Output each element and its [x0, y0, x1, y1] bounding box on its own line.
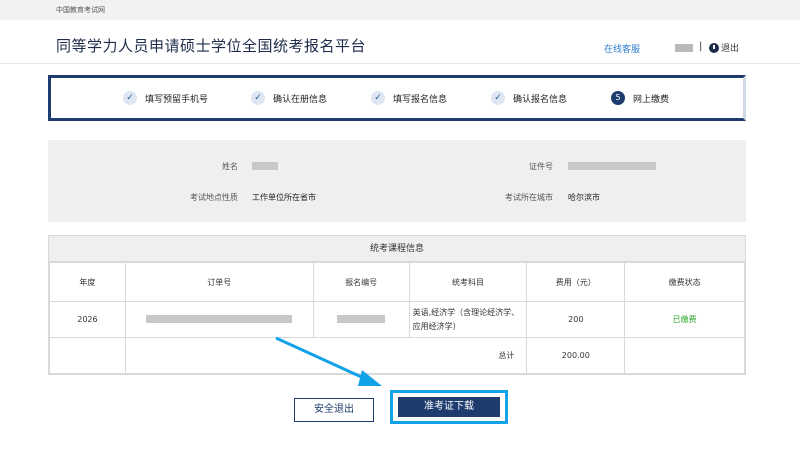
page-title: 同等学力人员申请硕士学位全国统考报名平台	[56, 37, 367, 55]
pointer-arrow-icon	[275, 336, 382, 386]
exam-location-type-label: 考试地点性质	[190, 193, 238, 202]
name-label: 姓名	[222, 162, 238, 171]
progress-steps: ✓ 填写预留手机号 ✓ 确认在册信息 ✓ 填写报名信息 ✓ 确认报名信息 5 网…	[48, 75, 746, 121]
column-header: 报名编号	[312, 262, 410, 302]
empty-cell	[49, 337, 126, 374]
order-number-masked	[146, 314, 293, 323]
step-label: 确认在册信息	[273, 94, 328, 105]
name-value-masked	[252, 162, 278, 170]
column-header: 订单号	[124, 262, 314, 302]
online-service-link[interactable]: 在线客服	[604, 42, 640, 55]
total-row: 总计 200.00	[49, 337, 745, 374]
logout-label: 退出	[721, 44, 740, 54]
subject-cell: 英语,经济学（含理论经济学、应用经济学）	[408, 301, 528, 338]
safe-exit-button[interactable]: 安全退出	[294, 398, 374, 422]
step-label: 确认报名信息	[513, 94, 568, 105]
brand-text: 中国教育考试网	[56, 6, 105, 14]
step-3: ✓ 填写报名信息	[371, 91, 447, 105]
step-number: 5	[611, 91, 625, 105]
step-2: ✓ 确认在册信息	[251, 91, 327, 105]
step-label: 填写报名信息	[393, 94, 448, 105]
top-bar: 中国教育考试网	[0, 0, 800, 20]
exam-city-label: 考试所在城市	[505, 193, 553, 202]
payment-status-cell: 已缴费	[624, 301, 745, 338]
step-1: ✓ 填写预留手机号	[123, 91, 208, 105]
course-table: 年度 订单号 报名编号 统考科目 费用（元） 缴费状态 2026 英语,经济学（…	[49, 262, 745, 374]
id-value-masked	[568, 162, 656, 170]
year-cell: 2026	[49, 301, 126, 338]
check-icon: ✓	[371, 91, 385, 105]
page-header: 同等学力人员申请硕士学位全国统考报名平台 在线客服 | 退出	[0, 20, 800, 64]
column-header: 统考科目	[408, 262, 528, 302]
table-header-row: 年度 订单号 报名编号 统考科目 费用（元） 缴费状态	[49, 262, 745, 302]
step-label: 填写预留手机号	[145, 94, 209, 105]
column-header: 费用（元）	[526, 262, 626, 302]
exam-city-value: 哈尔滨市	[568, 193, 600, 202]
step-label: 网上缴费	[633, 94, 670, 105]
power-icon	[709, 42, 719, 53]
column-header: 缴费状态	[624, 262, 745, 302]
check-icon: ✓	[251, 91, 265, 105]
empty-cell	[624, 337, 745, 374]
total-value: 200.00	[526, 337, 626, 374]
check-icon: ✓	[491, 91, 505, 105]
candidate-info: 姓名 证件号 考试地点性质 工作单位所在省市 考试所在城市 哈尔滨市	[48, 140, 746, 222]
download-button-highlight: 准考证下载	[390, 390, 508, 424]
header-separator: |	[699, 41, 703, 52]
registration-number-masked	[337, 314, 386, 323]
step-5: 5 网上缴费	[611, 91, 669, 105]
check-icon: ✓	[123, 91, 137, 105]
course-info-table: 统考课程信息 年度 订单号 报名编号 统考科目 费用（元） 缴费状态 2026 …	[48, 235, 746, 375]
exam-location-type-value: 工作单位所在省市	[252, 193, 316, 202]
column-header: 年度	[49, 262, 126, 302]
id-label: 证件号	[529, 162, 553, 171]
admission-ticket-download-button[interactable]: 准考证下载	[398, 397, 500, 417]
user-name-masked	[675, 44, 693, 52]
logout-button[interactable]: 退出	[709, 41, 739, 54]
step-4: ✓ 确认报名信息	[491, 91, 567, 105]
course-table-caption: 统考课程信息	[49, 236, 745, 262]
table-row: 2026 英语,经济学（含理论经济学、应用经济学） 200 已缴费	[49, 301, 745, 338]
fee-cell: 200	[526, 301, 626, 338]
